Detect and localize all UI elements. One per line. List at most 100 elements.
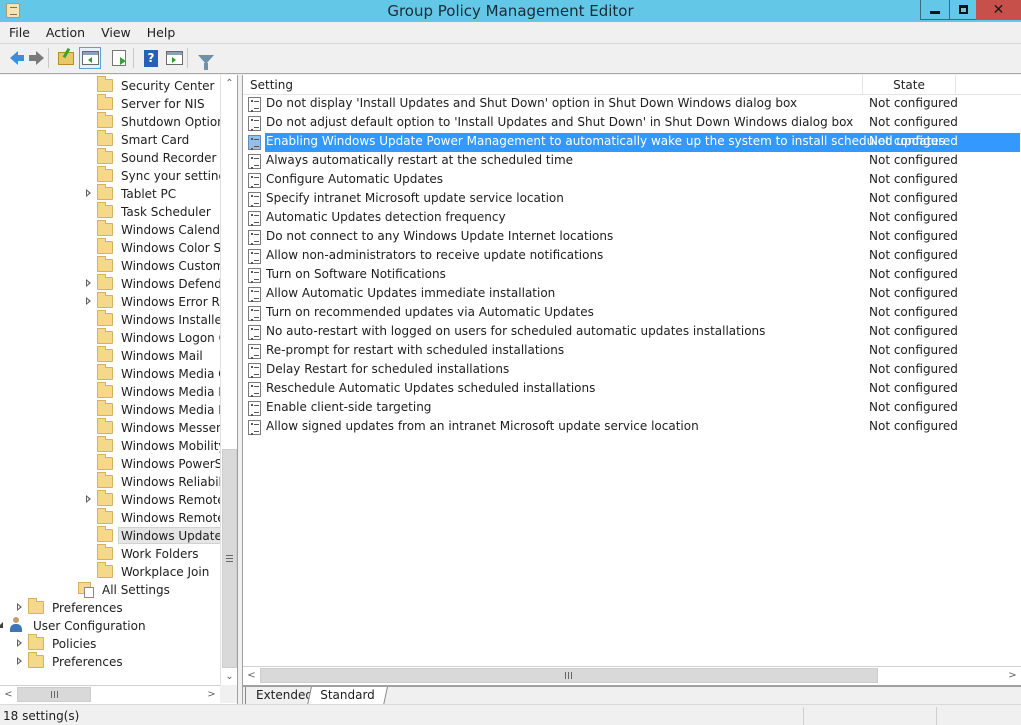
setting-name: Do not display 'Install Updates and Shut…	[266, 96, 798, 110]
up-one-level-button[interactable]	[55, 47, 77, 69]
menu-help[interactable]: Help	[138, 22, 183, 43]
list-horizontal-scroll-thumb[interactable]	[260, 668, 878, 683]
tree-item[interactable]: Windows Error Reporting	[86, 291, 220, 310]
collapsed-arrow-icon[interactable]	[16, 638, 24, 648]
tree-item[interactable]: Windows Media Center	[97, 363, 220, 382]
tree-item[interactable]: Windows Calendar	[97, 219, 220, 238]
table-row[interactable]: Specify intranet Microsoft update servic…	[243, 190, 1021, 209]
setting-state: Not configured	[869, 96, 958, 110]
collapsed-arrow-icon[interactable]	[85, 278, 93, 288]
scroll-right-button[interactable]: >	[203, 686, 220, 703]
table-row[interactable]: Allow Automatic Updates immediate instal…	[243, 285, 1021, 304]
tree-item[interactable]: Windows Messenger	[97, 417, 220, 436]
collapsed-arrow-icon[interactable]	[85, 188, 93, 198]
table-row[interactable]: Re-prompt for restart with scheduled ins…	[243, 342, 1021, 361]
tree-item[interactable]: Server for NIS	[97, 93, 208, 112]
tree-item[interactable]: All Settings	[78, 580, 173, 598]
restore-button[interactable]	[949, 0, 976, 20]
table-row[interactable]: Delay Restart for scheduled installation…	[243, 361, 1021, 380]
tree-item[interactable]: Work Folders	[97, 543, 202, 562]
table-row[interactable]: Always automatically restart at the sche…	[243, 152, 1021, 171]
table-row[interactable]: Configure Automatic Updates Not configure…	[243, 171, 1021, 190]
setting-name: Always automatically restart at the sche…	[266, 153, 574, 167]
tree-horizontal-scroll-thumb[interactable]	[17, 687, 92, 702]
tree-item[interactable]: Smart Card	[97, 129, 192, 148]
tree-item[interactable]: Tablet PC	[86, 183, 179, 202]
back-button[interactable]	[3, 47, 25, 69]
folder-icon	[97, 381, 113, 398]
list-horizontal-scrollbar[interactable]: < >	[243, 666, 1021, 684]
table-row[interactable]: Reschedule Automatic Updates scheduled i…	[243, 380, 1021, 399]
close-button[interactable]: ✕	[976, 0, 1021, 20]
tree-item[interactable]: Workplace Join	[97, 561, 212, 580]
minimize-button[interactable]	[920, 0, 949, 20]
table-row[interactable]: Do not connect to any Windows Update Int…	[243, 228, 1021, 247]
tree-item[interactable]: Windows Color System	[97, 237, 220, 256]
table-row[interactable]: Enable client-side targeting Not configur…	[243, 399, 1021, 418]
tree-item[interactable]: Windows PowerShell	[97, 453, 220, 472]
column-header-state[interactable]: State	[863, 75, 956, 95]
arrow-right-icon	[29, 51, 44, 65]
scroll-right-button[interactable]: >	[1004, 667, 1021, 684]
table-row[interactable]: Enabling Windows Update Power Management…	[243, 133, 1021, 152]
collapsed-arrow-icon[interactable]	[16, 656, 24, 666]
table-row[interactable]: Turn on recommended updates via Automati…	[243, 304, 1021, 323]
tree-item[interactable]: Windows Reliability Analysis	[97, 471, 220, 490]
scroll-left-button[interactable]: <	[243, 667, 260, 684]
filter-button[interactable]	[195, 47, 217, 70]
tree-item[interactable]: Windows Remote Management (WinRM)	[86, 489, 220, 508]
scroll-down-button[interactable]: ⌄	[221, 668, 238, 685]
table-row[interactable]: Do not display 'Install Updates and Shut…	[243, 95, 1021, 114]
tree-item[interactable]: Windows Media Digital Rights Management	[97, 381, 220, 400]
scroll-up-button[interactable]: ⌃	[221, 75, 238, 92]
tree-item[interactable]: Windows Media Player	[97, 399, 220, 418]
folder-icon	[97, 345, 113, 362]
tree-item[interactable]: Sync your settings	[97, 165, 220, 184]
tree-item-label: Windows Defender	[121, 276, 220, 291]
tree-item[interactable]: Preferences	[17, 597, 126, 616]
tree-vertical-scrollbar[interactable]: ⌃ ⌄	[220, 75, 237, 685]
collapsed-arrow-icon[interactable]	[16, 602, 24, 612]
collapsed-arrow-icon[interactable]	[85, 296, 93, 306]
table-row[interactable]: Allow non-administrators to receive upda…	[243, 247, 1021, 266]
tree-item[interactable]: Shutdown Options	[97, 111, 220, 130]
collapsed-arrow-icon[interactable]	[85, 494, 93, 504]
tree-item[interactable]: Sound Recorder	[97, 147, 219, 166]
show-hide-console-tree-button[interactable]	[79, 47, 101, 69]
table-row[interactable]: No auto-restart with logged on users for…	[243, 323, 1021, 342]
grip-icon	[50, 691, 58, 698]
scroll-left-button[interactable]: <	[0, 686, 17, 703]
tree-item[interactable]: Windows Customer Experience Improvement …	[97, 255, 220, 274]
tree-item[interactable]: Preferences	[17, 651, 126, 670]
show-hide-action-pane-button[interactable]	[163, 47, 185, 69]
tree-item[interactable]: User Configuration	[0, 616, 149, 634]
forward-button[interactable]	[25, 47, 47, 69]
window-title: Group Policy Management Editor	[387, 2, 634, 20]
table-row[interactable]: Turn on Software Notifications Not config…	[243, 266, 1021, 285]
tree-item[interactable]: Policies	[17, 633, 99, 652]
column-header-setting[interactable]: Setting	[243, 75, 863, 95]
tree-item[interactable]: Windows Remote Shell	[97, 507, 220, 526]
tree-item[interactable]: Security Center	[97, 75, 217, 94]
tree-horizontal-scrollbar[interactable]: < >	[0, 685, 220, 703]
table-row[interactable]: Allow signed updates from an intranet Mi…	[243, 418, 1021, 437]
table-row[interactable]: Automatic Updates detection frequency Not…	[243, 209, 1021, 228]
table-row[interactable]: Do not adjust default option to 'Install…	[243, 114, 1021, 133]
expanded-arrow-icon[interactable]	[0, 620, 4, 630]
tree-item[interactable]: Windows Mail	[97, 345, 206, 364]
tree-item[interactable]: Windows Installer	[97, 309, 220, 328]
tree-item[interactable]: Windows Update	[97, 525, 220, 544]
menu-view[interactable]: View	[92, 22, 138, 43]
policy-setting-icon	[248, 306, 261, 321]
tree-vertical-scroll-thumb[interactable]	[222, 449, 237, 668]
help-button[interactable]: ?	[140, 47, 162, 69]
tree-item[interactable]: Windows Mobility Center	[97, 435, 220, 454]
tab-standard[interactable]: Standard	[307, 687, 388, 705]
tree-item[interactable]: Windows Logon Options	[97, 327, 220, 346]
folder-up-icon	[58, 51, 74, 65]
menu-file[interactable]: File	[0, 22, 37, 43]
tree-item[interactable]: Windows Defender	[86, 273, 220, 292]
menu-action[interactable]: Action	[37, 22, 92, 43]
export-list-button[interactable]	[108, 47, 130, 69]
tree-item[interactable]: Task Scheduler	[97, 201, 214, 220]
